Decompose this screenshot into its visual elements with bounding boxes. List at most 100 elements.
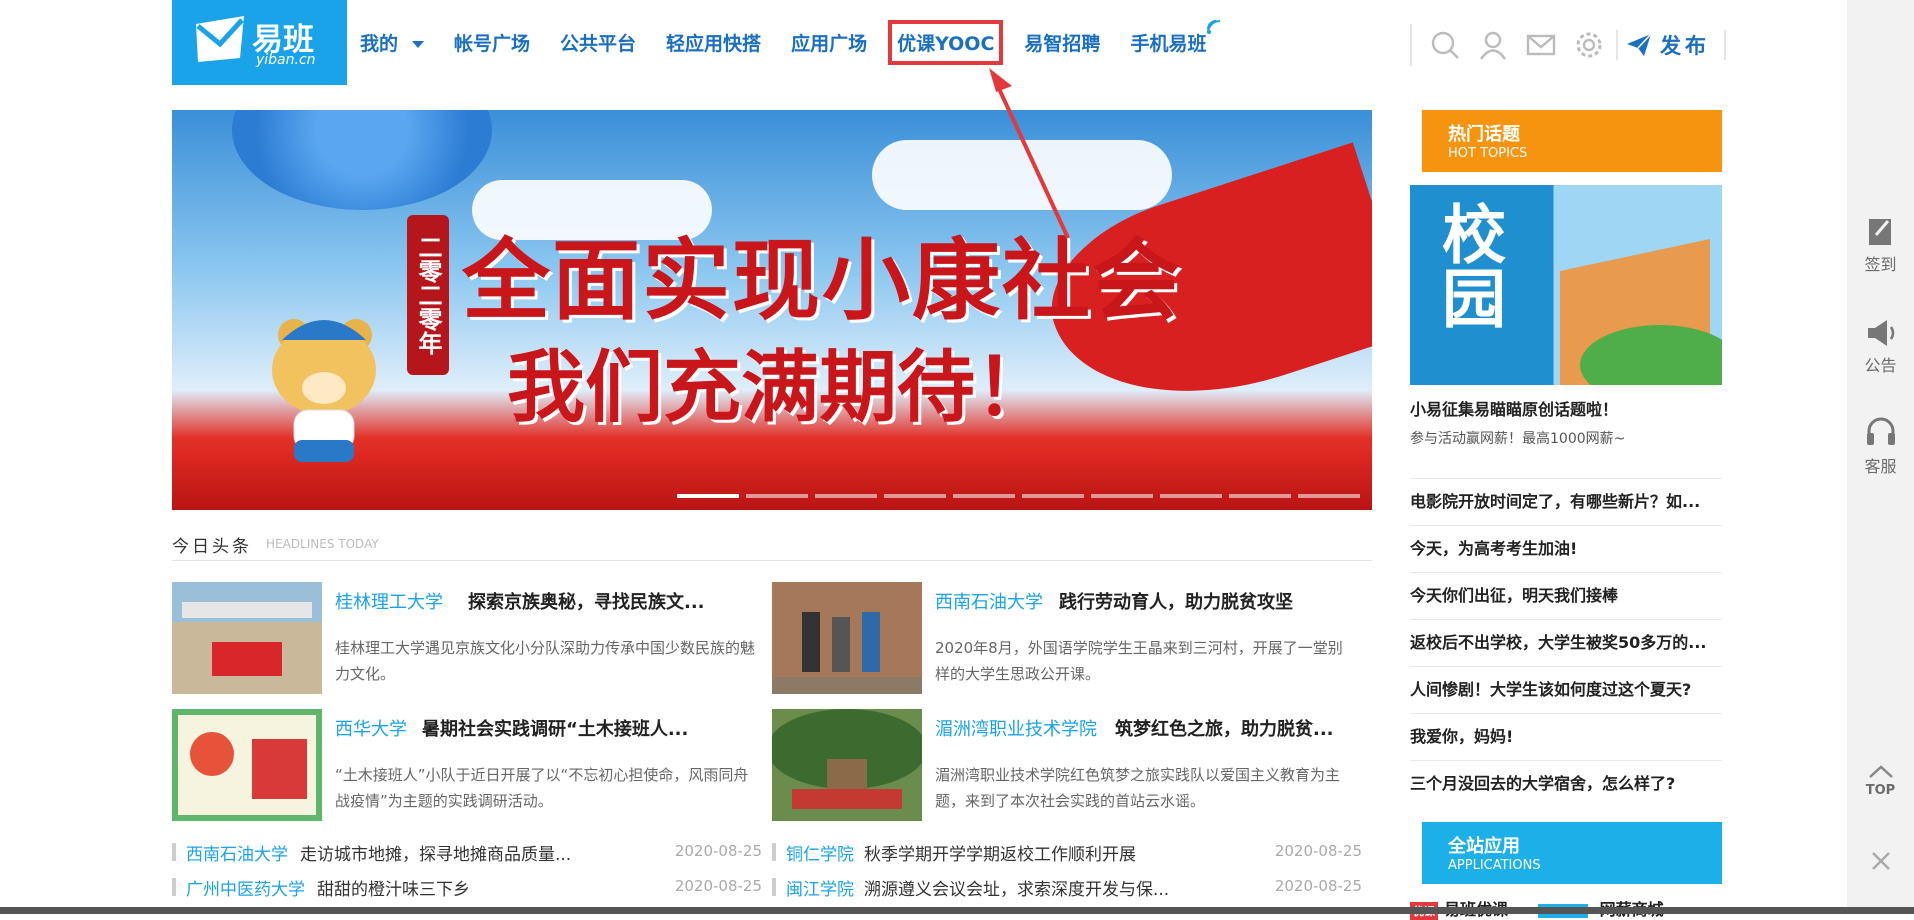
banner-headline: 全面实现小康社会 xyxy=(462,228,1183,332)
news-school[interactable]: 桂林理工大学 xyxy=(335,588,443,614)
news-link-school[interactable]: 西南石油大学 xyxy=(186,840,288,865)
news-desc: 桂林理工大学遇见京族文化小分队深助力传承中国少数民族的魅力文化。 xyxy=(335,639,756,683)
news-link-date: 2020-08-25 xyxy=(674,842,762,860)
search-icon[interactable] xyxy=(1430,30,1460,60)
news-link[interactable]: 西南石油大学 走访城市地摊，探寻地摊商品质量... 2020-08-25 xyxy=(172,840,762,865)
nav-recruit[interactable]: 易智招聘 xyxy=(1024,29,1100,56)
header-toolbar: 发布 xyxy=(1410,24,1726,66)
paper-plane-icon xyxy=(1627,33,1652,56)
back-to-top-button[interactable]: TOP xyxy=(1847,765,1914,798)
nav-app-square[interactable]: 应用广场 xyxy=(791,29,867,56)
envelope-logo-icon xyxy=(196,16,244,62)
carousel-dot[interactable] xyxy=(953,494,1015,498)
applications-header: 全站应用 APPLICATIONS xyxy=(1410,822,1722,884)
news-link-title[interactable]: 甜甜的橙汁味三下乡 xyxy=(317,875,470,900)
news-link[interactable]: 铜仁学院 秋季学期开学学期返校工作顺利开展 2020-08-25 xyxy=(772,840,1362,865)
publish-label: 发布 xyxy=(1660,34,1710,58)
news-link-date: 2020-08-25 xyxy=(674,877,762,895)
headset-icon xyxy=(1866,417,1895,445)
carousel-indicators xyxy=(677,494,1367,498)
hot-topic-list: 电影院开放时间定了，有哪些新片？如... 今天，为高考考生加油! 今天你们出征，… xyxy=(1410,478,1722,807)
gear-icon[interactable] xyxy=(1574,30,1604,60)
promo-calligraphy: 校园 xyxy=(1431,201,1506,329)
main-nav: 我的 帐号广场 公共平台 轻应用快搭 应用广场 优课YOOC 易智招聘 手机易班 xyxy=(360,0,1236,85)
news-link-date: 2020-08-25 xyxy=(1274,842,1362,860)
promo-title[interactable]: 小易征集易瞄瞄原创话题啦！ xyxy=(1410,396,1618,420)
hot-topic-item[interactable]: 今天，为高考考生加油! xyxy=(1410,525,1722,572)
news-school[interactable]: 西南石油大学 xyxy=(935,588,1043,614)
headlines-title: 今日头条 xyxy=(172,537,252,557)
news-title[interactable]: 筑梦红色之旅，助力脱贫... xyxy=(1115,715,1334,741)
news-link[interactable]: 广州中医药大学 甜甜的橙汁味三下乡 2020-08-25 xyxy=(172,875,762,900)
hot-topic-item[interactable]: 返校后不出学校，大学生被奖50多万的... xyxy=(1410,619,1722,666)
news-card[interactable]: 湄洲湾职业技术学院 筑梦红色之旅，助力脱贫... 湄洲湾职业技术学院红色筑梦之旅… xyxy=(772,709,1362,821)
news-school[interactable]: 湄洲湾职业技术学院 xyxy=(935,715,1097,741)
news-card[interactable]: 桂林理工大学 探索京族奥秘，寻找民族文... 桂林理工大学遇见京族文化小分队深助… xyxy=(172,582,762,694)
news-school[interactable]: 西华大学 xyxy=(335,715,407,741)
hot-topic-item[interactable]: 三个月没回去的大学宿舍，怎么样了? xyxy=(1410,760,1722,807)
promo-subtitle: 参与活动赢网薪！最高1000网薪~ xyxy=(1410,431,1626,447)
notice-button[interactable]: 公告 xyxy=(1847,318,1914,376)
nav-account-square[interactable]: 帐号广场 xyxy=(454,29,530,56)
mail-icon[interactable] xyxy=(1526,30,1556,60)
checkin-icon xyxy=(1868,219,1891,245)
carousel-dot[interactable] xyxy=(1022,494,1084,498)
close-icon xyxy=(1871,852,1890,870)
news-thumbnail xyxy=(772,582,922,694)
news-link-date: 2020-08-25 xyxy=(1274,877,1362,895)
checkin-label: 签到 xyxy=(1864,255,1897,274)
headlines-subtitle: HEADLINES TODAY xyxy=(266,537,379,551)
nav-public-platform[interactable]: 公共平台 xyxy=(560,29,636,56)
hot-topic-item[interactable]: 电影院开放时间定了，有哪些新片？如... xyxy=(1410,478,1722,525)
hot-topic-item[interactable]: 人间惨剧！大学生该如何度过这个夏天? xyxy=(1410,666,1722,713)
carousel-dot[interactable] xyxy=(677,494,739,498)
chevron-down-icon xyxy=(412,41,425,48)
notice-label: 公告 xyxy=(1864,356,1897,375)
news-link-school[interactable]: 广州中医药大学 xyxy=(186,875,305,900)
hot-topics-title: 热门话题 xyxy=(1448,124,1520,145)
chevron-up-icon xyxy=(1868,765,1893,778)
news-card[interactable]: 西南石油大学 践行劳动育人，助力脱贫攻坚 2020年8月，外国语学院学生王晶来到… xyxy=(772,582,1362,694)
hot-topic-promo-image[interactable]: 校园 xyxy=(1410,185,1722,385)
news-link-title[interactable]: 溯源遵义会议会址，求索深度开发与保... xyxy=(864,875,1169,900)
user-icon[interactable] xyxy=(1478,30,1508,60)
yiban-logo[interactable]: 易班 yiban.cn xyxy=(172,0,347,85)
news-title[interactable]: 践行劳动育人，助力脱贫攻坚 xyxy=(1059,588,1293,614)
carousel-dot[interactable] xyxy=(884,494,946,498)
banner-year: 二零二零年 xyxy=(407,215,449,375)
divider xyxy=(172,560,1372,561)
hot-topic-item[interactable]: 我爱你，妈妈! xyxy=(1410,713,1722,760)
applications-title: 全站应用 xyxy=(1448,836,1520,857)
floating-sidebar: 签到 公告 客服 TOP xyxy=(1847,0,1914,914)
hot-topic-item[interactable]: 今天你们出征，明天我们接棒 xyxy=(1410,572,1722,619)
carousel-dot[interactable] xyxy=(1298,494,1360,498)
news-link-title[interactable]: 秋季学期开学学期返校工作顺利开展 xyxy=(864,840,1136,865)
nav-my[interactable]: 我的 xyxy=(360,29,425,56)
nav-yooc[interactable]: 优课YOOC xyxy=(888,20,1004,65)
banner-emblem xyxy=(232,110,492,210)
news-desc: 湄洲湾职业技术学院红色筑梦之旅实践队以爱国主义教育为主题，来到了本次社会实践的首… xyxy=(935,766,1341,810)
news-title[interactable]: 探索京族奥秘，寻找民族文... xyxy=(468,588,705,614)
news-thumbnail xyxy=(772,709,922,821)
close-sidebar-button[interactable] xyxy=(1847,850,1914,876)
news-link[interactable]: 闽江学院 溯源遵义会议会址，求索深度开发与保... 2020-08-25 xyxy=(772,875,1362,900)
cloud xyxy=(872,140,1172,210)
news-link-school[interactable]: 铜仁学院 xyxy=(786,840,854,865)
publish-button[interactable]: 发布 xyxy=(1616,30,1726,60)
bear-mascot xyxy=(272,319,376,462)
logo-domain: yiban.cn xyxy=(256,52,316,68)
service-button[interactable]: 客服 xyxy=(1847,415,1914,477)
nav-light-app[interactable]: 轻应用快搭 xyxy=(666,29,761,56)
news-card[interactable]: 西华大学 暑期社会实践调研“土木接班人... “土木接班人”小队于近日开展了以“… xyxy=(172,709,762,821)
news-link-school[interactable]: 闽江学院 xyxy=(786,875,854,900)
carousel-dot[interactable] xyxy=(1229,494,1291,498)
news-link-title[interactable]: 走访城市地摊，探寻地摊商品质量... xyxy=(300,840,571,865)
carousel-dot[interactable] xyxy=(815,494,877,498)
banner-carousel[interactable]: 二零二零年 全面实现小康社会 我们充满期待！ xyxy=(172,110,1372,510)
news-title[interactable]: 暑期社会实践调研“土木接班人... xyxy=(422,715,688,741)
checkin-button[interactable]: 签到 xyxy=(1847,215,1914,275)
carousel-dot[interactable] xyxy=(1091,494,1153,498)
carousel-dot[interactable] xyxy=(1160,494,1222,498)
nav-mobile[interactable]: 手机易班 xyxy=(1130,20,1221,56)
carousel-dot[interactable] xyxy=(746,494,808,498)
